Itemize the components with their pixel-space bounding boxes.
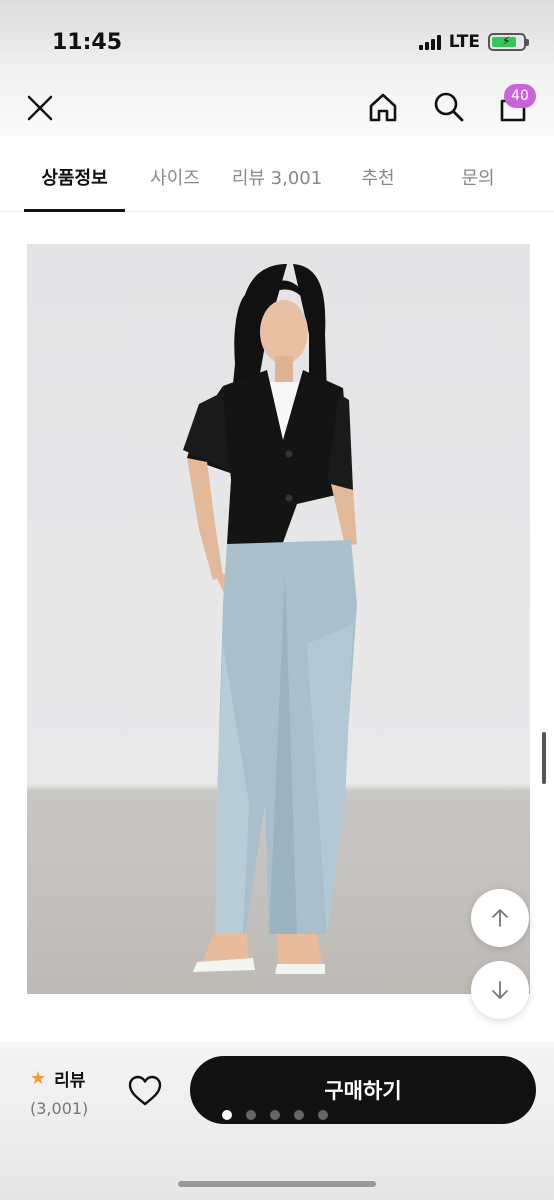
status-time: 11:45 (52, 30, 123, 55)
close-icon (27, 95, 53, 121)
review-label: 리뷰 (54, 1071, 86, 1091)
home-icon (369, 93, 397, 122)
signal-icon (418, 34, 441, 50)
model-illustration (183, 264, 357, 974)
tab-product-info[interactable]: 상품정보 (24, 164, 125, 190)
search-button[interactable] (428, 86, 470, 128)
home-button[interactable] (362, 86, 404, 128)
page-dot (222, 1110, 232, 1120)
heart-icon (128, 1075, 162, 1106)
app-header (0, 80, 554, 136)
scroll-down-button[interactable] (471, 961, 529, 1019)
scrollbar[interactable] (542, 732, 546, 784)
scroll-up-button[interactable] (471, 889, 529, 947)
review-label-row: ★ 리뷰 (30, 1066, 88, 1091)
status-bar: 11:45 LTE ⚡ (0, 0, 554, 80)
status-indicators: LTE ⚡ (418, 32, 529, 52)
search-icon (434, 92, 464, 122)
arrow-down-icon (492, 981, 508, 999)
star-icon: ★ (30, 1068, 47, 1089)
arrow-up-icon (492, 909, 508, 927)
home-indicator[interactable] (178, 1181, 376, 1187)
tab-reviews[interactable]: 리뷰 3,001 (228, 164, 326, 190)
review-summary[interactable]: ★ 리뷰 (3,001) (30, 1066, 88, 1118)
review-count: (3,001) (30, 1099, 89, 1118)
cart-count-badge: 40 (504, 84, 536, 108)
tab-recommend[interactable]: 추천 (345, 164, 411, 190)
bottom-action-bar: ★ 리뷰 (3,001) 구매하기 (0, 1042, 554, 1200)
page-dot (270, 1110, 280, 1120)
wishlist-button[interactable] (126, 1072, 164, 1110)
close-button[interactable] (20, 88, 60, 128)
page-dot (318, 1110, 328, 1120)
product-image[interactable] (27, 244, 530, 994)
page-dot (294, 1110, 304, 1120)
page-dot (246, 1110, 256, 1120)
active-tab-indicator (24, 209, 125, 212)
page-indicator (222, 1110, 328, 1120)
tab-inquiry[interactable]: 문의 (445, 164, 511, 190)
tab-size[interactable]: 사이즈 (135, 164, 215, 190)
battery-icon: ⚡ (488, 33, 529, 51)
product-tabs: 상품정보 사이즈 리뷰 3,001 추천 문의 (0, 136, 554, 212)
network-label: LTE (448, 32, 480, 52)
